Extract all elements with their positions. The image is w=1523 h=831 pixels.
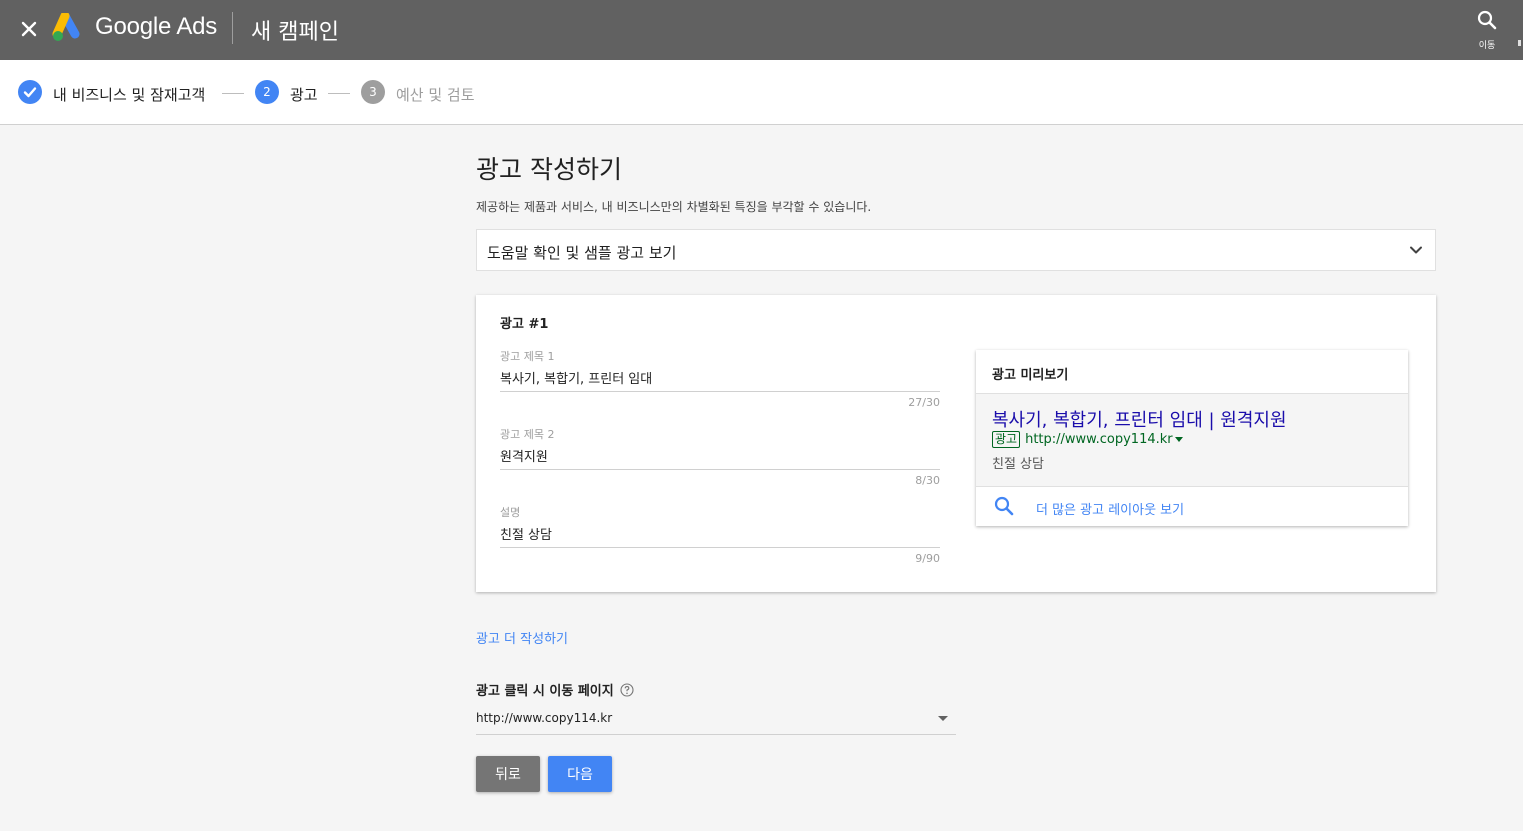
step-ads-number[interactable]: 2 — [255, 80, 279, 104]
field-label: 설명 — [500, 506, 521, 519]
char-count: 8/30 — [915, 474, 940, 487]
page-title: 광고 작성하기 — [476, 155, 622, 184]
brand-name: Google Ads — [95, 13, 218, 40]
preview-headline: 복사기, 복합기, 프린터 임대 | 원격지원 — [992, 410, 1287, 431]
header-divider — [232, 12, 233, 44]
ad-badge: 광고 — [992, 431, 1021, 448]
ad-card-title: 광고 #1 — [500, 317, 549, 332]
search-icon — [1477, 10, 1497, 30]
preview-header: 광고 미리보기 — [976, 350, 1408, 394]
chevron-down-icon — [1410, 246, 1422, 254]
headline-1-field: 광고 제목 1 27/30 — [500, 348, 940, 409]
step-connector — [328, 93, 350, 94]
field-label: 광고 제목 1 — [500, 350, 555, 363]
preview-description: 친절 상담 — [992, 457, 1044, 472]
help-sample-ads-accordion[interactable]: 도움말 확인 및 샘플 광고 보기 — [476, 229, 1436, 271]
campaign-stepper: 내 비즈니스 및 잠재고객 2 광고 3 예산 및 검토 — [0, 60, 1523, 125]
description-input[interactable] — [500, 526, 940, 548]
google-ads-logo-icon — [52, 11, 84, 43]
preview-ad: 복사기, 복합기, 프린터 임대 | 원격지원 광고 http://www.co… — [976, 394, 1408, 487]
preview-url: http://www.copy114.kr — [1025, 432, 1173, 447]
ad-editor-card: 광고 #1 광고 제목 1 27/30 광고 제목 2 8/30 설명 9/90… — [476, 295, 1436, 592]
preview-url-row: 광고 http://www.copy114.kr — [992, 431, 1183, 448]
ad-preview-panel: 광고 미리보기 복사기, 복합기, 프린터 임대 | 원격지원 광고 http:… — [976, 350, 1408, 526]
step-business-label[interactable]: 내 비즈니스 및 잠재고객 — [53, 84, 205, 105]
write-more-ads-link[interactable]: 광고 더 작성하기 — [476, 628, 568, 647]
caret-down-icon — [1174, 437, 1183, 442]
char-count: 9/90 — [915, 552, 940, 565]
step-ads-label[interactable]: 광고 — [290, 84, 318, 105]
step-budget-number: 3 — [361, 80, 385, 104]
search-icon — [994, 496, 1014, 516]
more-layouts-label: 더 많은 광고 레이아웃 보기 — [1036, 503, 1185, 518]
headline-2-field: 광고 제목 2 8/30 — [500, 426, 940, 487]
top-app-bar: Google Ads 새 캠페인 이동 — [0, 0, 1523, 60]
landing-page-select[interactable]: http://www.copy114.kr — [476, 710, 956, 735]
step-budget-label: 예산 및 검토 — [396, 86, 475, 104]
landing-page-label-text: 광고 클릭 시 이동 페이지 — [476, 684, 614, 699]
preview-title: 광고 미리보기 — [992, 368, 1069, 383]
close-icon[interactable] — [14, 14, 44, 44]
help-icon[interactable] — [620, 682, 634, 697]
more-layouts-button[interactable]: 더 많은 광고 레이아웃 보기 — [976, 487, 1408, 526]
campaign-title: 새 캠페인 — [251, 20, 339, 45]
headline-2-input[interactable] — [500, 448, 940, 470]
dropdown-arrow-icon — [938, 716, 948, 721]
field-label: 광고 제목 2 — [500, 428, 555, 441]
next-button[interactable]: 다음 — [548, 756, 612, 792]
step-complete-check-icon[interactable] — [18, 80, 42, 104]
back-button[interactable]: 뒤로 — [476, 756, 540, 792]
truncated-edge-mark — [1518, 40, 1521, 46]
headline-1-input[interactable] — [500, 370, 940, 392]
step-connector — [222, 93, 244, 94]
landing-page-label: 광고 클릭 시 이동 페이지 — [476, 680, 634, 699]
search-label: 이동 — [1478, 41, 1496, 51]
help-accordion-label: 도움말 확인 및 샘플 광고 보기 — [487, 244, 677, 262]
char-count: 27/30 — [908, 396, 940, 409]
description-field: 설명 9/90 — [500, 504, 940, 565]
search-button[interactable]: 이동 — [1470, 10, 1504, 54]
landing-page-value: http://www.copy114.kr — [476, 711, 613, 725]
page-description: 제공하는 제품과 서비스, 내 비즈니스만의 차별화된 특징을 부각할 수 있습… — [476, 200, 872, 214]
